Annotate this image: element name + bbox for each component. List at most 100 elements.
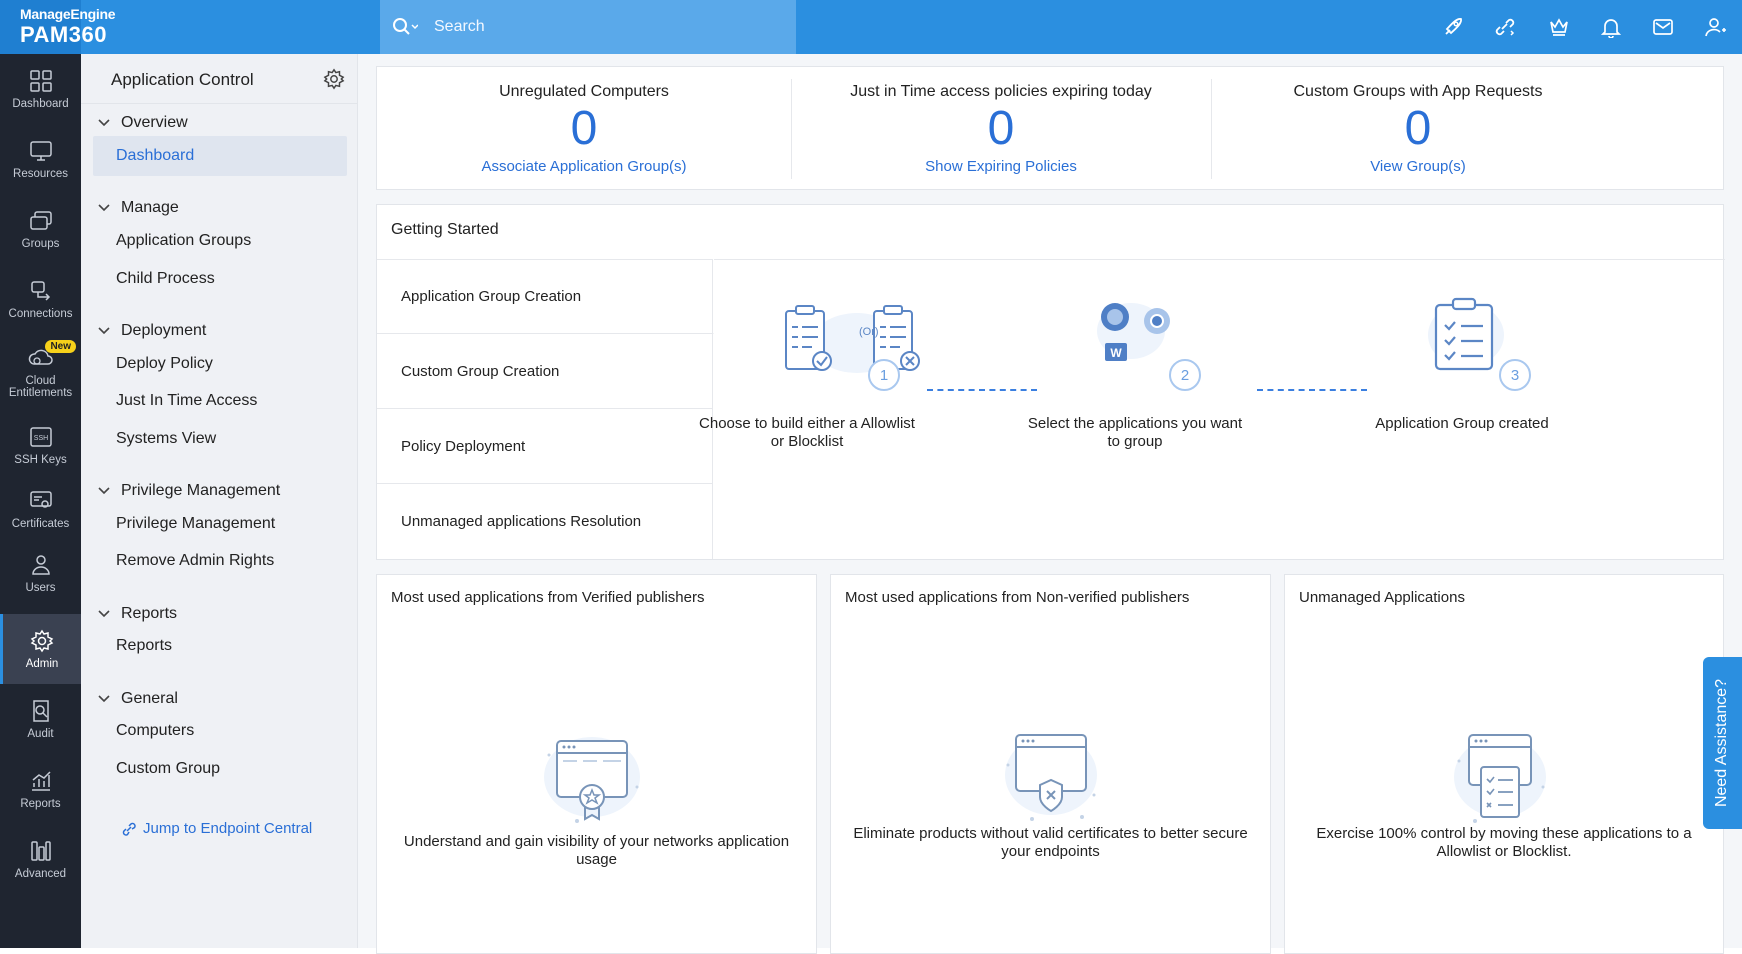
- subnav-item-reports[interactable]: Reports: [116, 637, 172, 655]
- section-manage[interactable]: Manage: [97, 199, 179, 217]
- search-input[interactable]: Search: [434, 18, 485, 36]
- left-nav: Dashboard Resources Groups Connections N…: [0, 54, 81, 948]
- associate-application-groups-link[interactable]: Associate Application Group(s): [377, 158, 791, 175]
- subnav-item-deploy-policy[interactable]: Deploy Policy: [116, 355, 213, 373]
- monitor-icon: [29, 140, 52, 161]
- section-general[interactable]: General: [97, 690, 178, 708]
- allowlist-blocklist-illustration: [782, 301, 942, 381]
- card-description: Exercise 100% control by moving these ap…: [1316, 825, 1692, 860]
- subnav-header: Application Control: [81, 54, 358, 104]
- stat-label: Unregulated Computers: [499, 83, 669, 100]
- nav-dashboard[interactable]: Dashboard: [0, 54, 81, 124]
- search-icon[interactable]: [392, 17, 422, 37]
- user-settings-icon[interactable]: [1701, 12, 1731, 42]
- brand-line2: PAM360: [20, 22, 107, 47]
- chart-icon: [31, 770, 51, 791]
- stat-custom-groups-requests: Custom Groups with App Requests 0 View G…: [1211, 67, 1625, 191]
- nav-users[interactable]: Users: [0, 538, 81, 608]
- nav-label: Advanced: [14, 867, 67, 880]
- stat-label: Custom Groups with App Requests: [1293, 83, 1543, 100]
- unmanaged-applications-card: Unmanaged Applications Exercise 100% con…: [1284, 574, 1724, 954]
- subnav-item-dashboard[interactable]: Dashboard: [93, 136, 347, 176]
- chevron-down-icon: [97, 326, 115, 336]
- nav-label: Resources: [13, 167, 68, 180]
- show-expiring-policies-link[interactable]: Show Expiring Policies: [791, 158, 1211, 175]
- section-label: Overview: [121, 114, 188, 131]
- section-label: General: [121, 690, 178, 707]
- subnav-item-systems-view[interactable]: Systems View: [116, 430, 216, 448]
- groups-icon: [29, 210, 52, 230]
- certificate-icon: [29, 490, 52, 508]
- nav-certificates[interactable]: Certificates: [0, 474, 81, 544]
- nav-connections[interactable]: Connections: [0, 264, 81, 334]
- chevron-down-icon: [97, 694, 115, 704]
- link-icon[interactable]: [1490, 12, 1520, 42]
- stat-value[interactable]: 0: [791, 101, 1211, 156]
- link-icon: [122, 822, 136, 836]
- subnav-item-custom-group[interactable]: Custom Group: [116, 760, 220, 778]
- nav-label: Connections: [8, 307, 73, 320]
- section-reports[interactable]: Reports: [97, 605, 177, 623]
- section-overview[interactable]: Overview: [97, 114, 188, 132]
- stats-card: Unregulated Computers 0 Associate Applic…: [376, 66, 1724, 190]
- subnav-item-remove-admin-rights[interactable]: Remove Admin Rights: [116, 552, 274, 570]
- step-number: 2: [1169, 359, 1201, 391]
- step-text: Select the applications you want to grou…: [1027, 415, 1243, 450]
- need-assistance-button[interactable]: Need Assistance?: [1703, 657, 1742, 829]
- nav-groups[interactable]: Groups: [0, 194, 81, 264]
- dashboard-icon: [29, 69, 52, 92]
- nav-label: Cloud Entitlements: [8, 374, 73, 399]
- nav-audit[interactable]: Audit: [0, 684, 81, 754]
- svg-text:SSH: SSH: [33, 435, 47, 442]
- audit-icon: [32, 699, 49, 722]
- section-label: Reports: [121, 605, 178, 622]
- logo-area: [81, 0, 380, 54]
- brand-logo[interactable]: ManageEngine PAM360: [0, 0, 116, 54]
- section-privilege-management[interactable]: Privilege Management: [97, 482, 280, 500]
- section-deployment[interactable]: Deployment: [97, 322, 206, 340]
- tab-application-group-creation[interactable]: Application Group Creation: [377, 259, 714, 334]
- stat-label: Just in Time access policies expiring to…: [850, 83, 1152, 100]
- nav-resources[interactable]: Resources: [0, 124, 81, 194]
- card-title: Unmanaged Applications: [1299, 589, 1465, 606]
- stat-value[interactable]: 0: [377, 101, 791, 156]
- subnav-item-just-in-time-access[interactable]: Just In Time Access: [116, 392, 257, 410]
- chevron-down-icon: [97, 118, 115, 128]
- nav-label: Groups: [21, 237, 60, 250]
- bell-icon[interactable]: [1596, 12, 1626, 42]
- search-bar[interactable]: Search: [380, 0, 796, 54]
- nav-label: Audit: [27, 727, 54, 740]
- group-created-illustration: [1421, 295, 1511, 375]
- nav-cloud-entitlements[interactable]: New Cloud Entitlements: [0, 334, 81, 410]
- nav-admin[interactable]: Admin: [0, 614, 81, 684]
- rocket-icon[interactable]: [1438, 12, 1468, 42]
- non-verified-publishers-card: Most used applications from Non-verified…: [830, 574, 1271, 954]
- jump-to-endpoint-central-link[interactable]: Jump to Endpoint Central: [121, 820, 312, 837]
- tab-unmanaged-applications-resolution[interactable]: Unmanaged applications Resolution: [377, 484, 713, 559]
- mail-icon[interactable]: [1648, 12, 1678, 42]
- nav-reports[interactable]: Reports: [0, 754, 81, 824]
- crown-icon[interactable]: [1544, 12, 1574, 42]
- subnav-item-computers[interactable]: Computers: [116, 722, 194, 740]
- tab-custom-group-creation[interactable]: Custom Group Creation: [377, 334, 713, 409]
- tab-policy-deployment[interactable]: Policy Deployment: [377, 409, 713, 484]
- settings-gear-icon[interactable]: [323, 68, 345, 95]
- need-assistance-label: Need Assistance?: [1713, 678, 1731, 808]
- view-groups-link[interactable]: View Group(s): [1211, 158, 1625, 175]
- subnav-item-child-process[interactable]: Child Process: [116, 270, 215, 288]
- subnav-item-privilege-management[interactable]: Privilege Management: [116, 515, 275, 533]
- step-text: Application Group created: [1375, 415, 1549, 432]
- subnav-item-application-groups[interactable]: Application Groups: [116, 232, 251, 250]
- chevron-down-icon: [97, 486, 115, 496]
- stat-unregulated-computers: Unregulated Computers 0 Associate Applic…: [377, 67, 791, 191]
- jump-label: Jump to Endpoint Central: [143, 820, 313, 837]
- advanced-icon: [30, 840, 51, 861]
- nav-label: Users: [25, 581, 56, 594]
- unmanaged-app-illustration: [1445, 725, 1555, 825]
- card-title: Most used applications from Verified pub…: [391, 589, 705, 606]
- new-badge: New: [45, 340, 76, 353]
- nav-ssh-keys[interactable]: SSH SSH Keys: [0, 410, 81, 480]
- nav-advanced[interactable]: Advanced: [0, 824, 81, 894]
- verified-app-illustration: [537, 725, 647, 825]
- stat-value[interactable]: 0: [1211, 101, 1625, 156]
